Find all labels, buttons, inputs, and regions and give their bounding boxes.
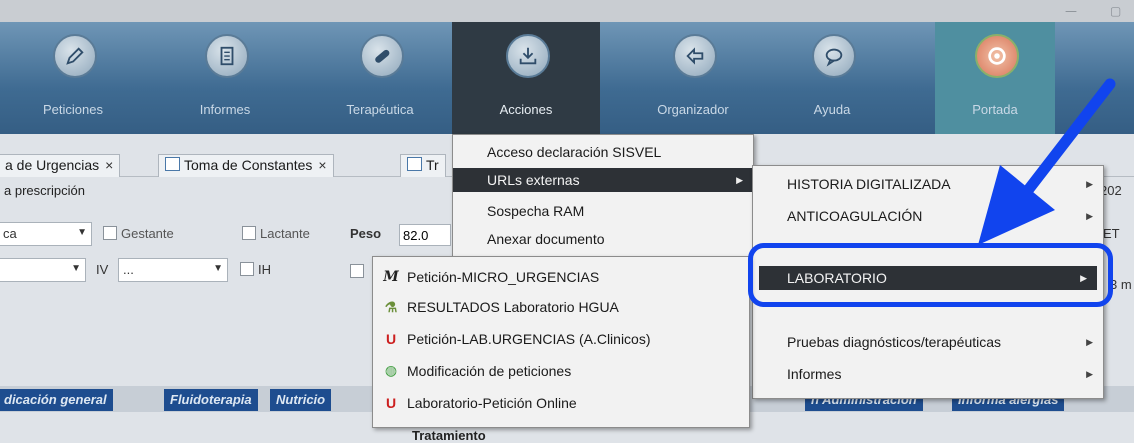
checkbox-label: IH: [258, 262, 271, 277]
ih-checkbox[interactable]: IH: [240, 262, 271, 277]
checkbox-label: Lactante: [260, 226, 310, 241]
chevron-down-icon: ▼: [213, 263, 223, 274]
u-letter-icon: U: [385, 395, 397, 411]
toolbar-ayuda-button[interactable]: Ayuda: [767, 22, 897, 134]
combo-value: ...: [123, 262, 134, 277]
route-combo[interactable]: ▼: [0, 258, 86, 282]
menu-item-label: URLs externas: [487, 172, 580, 188]
toolbar-terapeutica-button[interactable]: Terapéutica: [315, 22, 445, 134]
close-icon[interactable]: ×: [318, 157, 326, 173]
menu-item-informes[interactable]: Informes ▶: [753, 362, 1103, 386]
pencil-icon: [53, 34, 97, 78]
menu-item-label: Sospecha RAM: [487, 203, 585, 219]
toolbar-informes-button[interactable]: Informes: [160, 22, 290, 134]
checkbox-label: Gestante: [121, 226, 174, 241]
menu-item-peticion-online[interactable]: U Laboratorio-Petición Online: [373, 391, 749, 415]
menu-item-anexar-documento[interactable]: Anexar documento: [453, 227, 753, 251]
maximize-icon[interactable]: ▢: [1110, 4, 1121, 18]
checkbox-box[interactable]: [240, 262, 254, 276]
iv-label: IV: [96, 262, 109, 277]
menu-item-label: Laboratorio-Petición Online: [407, 395, 577, 411]
submenu-arrow-icon: ▶: [736, 175, 743, 185]
lactante-checkbox[interactable]: Lactante: [242, 226, 310, 241]
laboratorio-menu: M Petición-MICRO_URGENCIAS ⚗ RESULTADOS La…: [372, 256, 750, 428]
back-arrow-icon: [673, 34, 717, 78]
menu-item-sisvel[interactable]: Acceso declaración SISVEL: [453, 140, 753, 164]
menu-item-lab-urgencias[interactable]: U Petición-LAB.URGENCIAS (A.Clinicos): [373, 327, 749, 351]
toolbar-label: Terapéutica: [346, 102, 414, 117]
menu-item-resultados-hgua[interactable]: ⚗ RESULTADOS Laboratorio HGUA: [373, 295, 749, 319]
toolbar-label: Peticiones: [43, 102, 103, 117]
window-titlebar: — ▢: [0, 0, 1134, 22]
tab-urgencias[interactable]: a de Urgencias ×: [0, 154, 121, 177]
menu-item-label: Petición-MICRO_URGENCIAS: [407, 269, 600, 285]
combo-value: ca: [3, 226, 17, 241]
flask-icon: ⚗: [384, 299, 398, 315]
menu-item-label: Pruebas diagnósticos/terapéuticas: [787, 334, 1002, 350]
toolbar-label: Organizador: [657, 102, 729, 117]
chevron-down-icon: ▼: [71, 263, 81, 274]
checkbox-box[interactable]: [242, 226, 256, 240]
acciones-menu: Acceso declaración SISVEL URLs externas ▶…: [452, 134, 754, 258]
category-combo[interactable]: ca ▼: [0, 222, 92, 246]
minimize-icon[interactable]: —: [1065, 4, 1077, 18]
tab-nutricion[interactable]: Nutricio: [270, 389, 332, 411]
peso-label: Peso: [350, 226, 382, 241]
toolbar-label: Ayuda: [813, 102, 851, 117]
download-tray-icon: [506, 34, 550, 78]
u-letter-icon: U: [385, 331, 397, 347]
menu-item-sospecha-ram[interactable]: Sospecha RAM: [453, 199, 753, 223]
menu-item-label: HISTORIA DIGITALIZADA: [787, 176, 951, 192]
pill-icon: [360, 34, 404, 78]
tab-label: Toma de Constantes: [184, 157, 313, 173]
checkbox-box[interactable]: [103, 226, 117, 240]
toolbar-peticiones-button[interactable]: Peticiones: [8, 22, 138, 134]
tab-label: Tr: [426, 157, 439, 173]
document-icon: [205, 34, 249, 78]
form-icon: [165, 157, 180, 171]
m-letter-icon: M: [383, 269, 399, 285]
menu-item-label: Informes: [787, 366, 842, 382]
menu-item-label: Petición-LAB.URGENCIAS (A.Clinicos): [407, 331, 651, 347]
highlight-callout: [748, 243, 1113, 307]
menu-item-label: Acceso declaración SISVEL: [487, 144, 662, 160]
checkbox-box[interactable]: [350, 264, 364, 278]
toolbar-label: Acciones: [499, 102, 553, 117]
menu-item-modificacion[interactable]: ◍ Modificación de peticiones: [373, 359, 749, 383]
menu-item-urls-externas[interactable]: URLs externas ▶: [453, 168, 753, 192]
peso-input[interactable]: 82.0: [399, 224, 451, 246]
prescription-subtitle: a prescripción: [4, 183, 85, 198]
form-icon: [407, 157, 422, 171]
gestante-checkbox[interactable]: Gestante: [103, 226, 174, 241]
right-field-value: 3 m: [1110, 277, 1132, 292]
menu-item-label: RESULTADOS Laboratorio HGUA: [407, 299, 619, 315]
submenu-arrow-icon: ▶: [1086, 369, 1093, 379]
toolbar-acciones-button[interactable]: Acciones: [452, 22, 600, 134]
toolbar-organizador-button[interactable]: Organizador: [628, 22, 758, 134]
menu-item-label: Anexar documento: [487, 231, 605, 247]
tab-label: a de Urgencias: [5, 157, 100, 173]
tab-fluidoterapia[interactable]: Fluidoterapia: [164, 389, 258, 411]
tab-medicacion-general[interactable]: dicación general: [0, 389, 113, 411]
tab-toma-constantes[interactable]: Toma de Constantes ×: [158, 154, 334, 177]
submenu-arrow-icon: ▶: [1086, 337, 1093, 347]
toolbar-label: Informes: [199, 102, 251, 117]
annotation-arrow-icon: [978, 78, 1116, 245]
chevron-down-icon: ▼: [77, 227, 87, 238]
menu-item-micro-urgencias[interactable]: M Petición-MICRO_URGENCIAS: [373, 265, 749, 289]
menu-item-label: ANTICOAGULACIÓN: [787, 208, 923, 224]
menu-item-label: Modificación de peticiones: [407, 363, 572, 379]
globe-icon: ◍: [384, 363, 398, 379]
speech-bubble-icon: [812, 34, 856, 78]
tab-tr[interactable]: Tr: [400, 154, 446, 177]
iv-combo[interactable]: ... ▼: [118, 258, 228, 282]
menu-item-pruebas[interactable]: Pruebas diagnósticos/terapéuticas ▶: [753, 330, 1103, 354]
close-icon[interactable]: ×: [105, 157, 113, 173]
